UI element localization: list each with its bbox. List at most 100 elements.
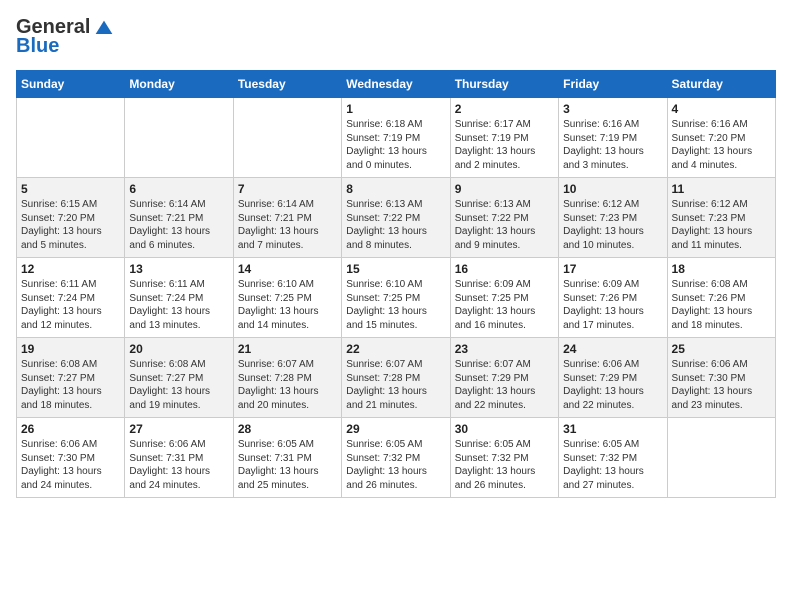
day-cell: 5 Sunrise: 6:15 AM Sunset: 7:20 PM Daylig… bbox=[17, 178, 125, 258]
day-number: 27 bbox=[129, 422, 228, 436]
day-info: Sunrise: 6:06 AM Sunset: 7:30 PM Dayligh… bbox=[21, 438, 120, 492]
day-number: 1 bbox=[346, 102, 445, 116]
day-number: 8 bbox=[346, 182, 445, 196]
day-info: Sunrise: 6:06 AM Sunset: 7:29 PM Dayligh… bbox=[563, 358, 662, 412]
day-info: Sunrise: 6:09 AM Sunset: 7:25 PM Dayligh… bbox=[455, 278, 554, 332]
day-number: 24 bbox=[563, 342, 662, 356]
day-number: 16 bbox=[455, 262, 554, 276]
col-header-saturday: Saturday bbox=[667, 71, 775, 98]
day-cell bbox=[17, 98, 125, 178]
day-number: 15 bbox=[346, 262, 445, 276]
day-cell: 2Sunrise: 6:17 AM Sunset: 7:19 PM Daylig… bbox=[450, 98, 558, 178]
day-info: Sunrise: 6:14 AM Sunset: 7:21 PM Dayligh… bbox=[129, 198, 228, 252]
day-info: Sunrise: 6:16 AM Sunset: 7:19 PM Dayligh… bbox=[563, 118, 662, 172]
day-number: 25 bbox=[672, 342, 771, 356]
day-cell: 4 Sunrise: 6:16 AM Sunset: 7:20 PM Daylig… bbox=[667, 98, 775, 178]
day-number: 17 bbox=[563, 262, 662, 276]
day-cell: 28 Sunrise: 6:05 AM Sunset: 7:31 PM Dayli… bbox=[233, 418, 341, 498]
day-info: Sunrise: 6:08 AM Sunset: 7:27 PM Dayligh… bbox=[129, 358, 228, 412]
day-cell bbox=[125, 98, 233, 178]
day-number: 26 bbox=[21, 422, 120, 436]
day-info: Sunrise: 6:12 AM Sunset: 7:23 PM Dayligh… bbox=[563, 198, 662, 252]
col-header-wednesday: Wednesday bbox=[342, 71, 450, 98]
day-number: 14 bbox=[238, 262, 337, 276]
day-info: Sunrise: 6:07 AM Sunset: 7:28 PM Dayligh… bbox=[238, 358, 337, 412]
day-cell: 30Sunrise: 6:05 AM Sunset: 7:32 PM Dayli… bbox=[450, 418, 558, 498]
day-cell: 10 Sunrise: 6:12 AM Sunset: 7:23 PM Dayli… bbox=[559, 178, 667, 258]
day-cell: 16 Sunrise: 6:09 AM Sunset: 7:25 PM Dayli… bbox=[450, 258, 558, 338]
day-number: 11 bbox=[672, 182, 771, 196]
col-header-tuesday: Tuesday bbox=[233, 71, 341, 98]
day-cell: 13 Sunrise: 6:11 AM Sunset: 7:24 PM Dayli… bbox=[125, 258, 233, 338]
day-info: Sunrise: 6:06 AM Sunset: 7:31 PM Dayligh… bbox=[129, 438, 228, 492]
day-cell: 20 Sunrise: 6:08 AM Sunset: 7:27 PM Dayli… bbox=[125, 338, 233, 418]
day-cell: 9Sunrise: 6:13 AM Sunset: 7:22 PM Daylig… bbox=[450, 178, 558, 258]
page-header: General Blue bbox=[16, 16, 776, 58]
day-info: Sunrise: 6:10 AM Sunset: 7:25 PM Dayligh… bbox=[238, 278, 337, 332]
day-number: 28 bbox=[238, 422, 337, 436]
day-info: Sunrise: 6:15 AM Sunset: 7:20 PM Dayligh… bbox=[21, 198, 120, 252]
logo: General Blue bbox=[16, 16, 114, 58]
week-row-2: 5 Sunrise: 6:15 AM Sunset: 7:20 PM Daylig… bbox=[17, 178, 776, 258]
day-cell: 6 Sunrise: 6:14 AM Sunset: 7:21 PM Daylig… bbox=[125, 178, 233, 258]
day-info: Sunrise: 6:05 AM Sunset: 7:32 PM Dayligh… bbox=[563, 438, 662, 492]
day-cell: 21 Sunrise: 6:07 AM Sunset: 7:28 PM Dayli… bbox=[233, 338, 341, 418]
day-cell: 14 Sunrise: 6:10 AM Sunset: 7:25 PM Dayli… bbox=[233, 258, 341, 338]
day-number: 10 bbox=[563, 182, 662, 196]
day-info: Sunrise: 6:07 AM Sunset: 7:29 PM Dayligh… bbox=[455, 358, 554, 412]
day-info: Sunrise: 6:12 AM Sunset: 7:23 PM Dayligh… bbox=[672, 198, 771, 252]
week-row-3: 12 Sunrise: 6:11 AM Sunset: 7:24 PM Dayli… bbox=[17, 258, 776, 338]
calendar-table: SundayMondayTuesdayWednesdayThursdayFrid… bbox=[16, 70, 776, 498]
day-cell: 1 Sunrise: 6:18 AM Sunset: 7:19 PM Daylig… bbox=[342, 98, 450, 178]
day-number: 7 bbox=[238, 182, 337, 196]
day-info: Sunrise: 6:08 AM Sunset: 7:27 PM Dayligh… bbox=[21, 358, 120, 412]
day-number: 29 bbox=[346, 422, 445, 436]
day-number: 19 bbox=[21, 342, 120, 356]
day-number: 21 bbox=[238, 342, 337, 356]
day-number: 20 bbox=[129, 342, 228, 356]
day-number: 6 bbox=[129, 182, 228, 196]
day-cell: 11 Sunrise: 6:12 AM Sunset: 7:23 PM Dayli… bbox=[667, 178, 775, 258]
day-cell: 18 Sunrise: 6:08 AM Sunset: 7:26 PM Dayli… bbox=[667, 258, 775, 338]
col-header-thursday: Thursday bbox=[450, 71, 558, 98]
header-row: SundayMondayTuesdayWednesdayThursdayFrid… bbox=[17, 71, 776, 98]
day-cell: 17 Sunrise: 6:09 AM Sunset: 7:26 PM Dayli… bbox=[559, 258, 667, 338]
day-info: Sunrise: 6:13 AM Sunset: 7:22 PM Dayligh… bbox=[455, 198, 554, 252]
day-info: Sunrise: 6:05 AM Sunset: 7:32 PM Dayligh… bbox=[455, 438, 554, 492]
day-info: Sunrise: 6:16 AM Sunset: 7:20 PM Dayligh… bbox=[672, 118, 771, 172]
day-info: Sunrise: 6:08 AM Sunset: 7:26 PM Dayligh… bbox=[672, 278, 771, 332]
week-row-4: 19 Sunrise: 6:08 AM Sunset: 7:27 PM Dayli… bbox=[17, 338, 776, 418]
day-info: Sunrise: 6:06 AM Sunset: 7:30 PM Dayligh… bbox=[672, 358, 771, 412]
day-info: Sunrise: 6:11 AM Sunset: 7:24 PM Dayligh… bbox=[21, 278, 120, 332]
day-cell: 19 Sunrise: 6:08 AM Sunset: 7:27 PM Dayli… bbox=[17, 338, 125, 418]
day-info: Sunrise: 6:05 AM Sunset: 7:32 PM Dayligh… bbox=[346, 438, 445, 492]
day-info: Sunrise: 6:18 AM Sunset: 7:19 PM Dayligh… bbox=[346, 118, 445, 172]
day-cell bbox=[233, 98, 341, 178]
day-info: Sunrise: 6:05 AM Sunset: 7:31 PM Dayligh… bbox=[238, 438, 337, 492]
day-info: Sunrise: 6:11 AM Sunset: 7:24 PM Dayligh… bbox=[129, 278, 228, 332]
day-number: 13 bbox=[129, 262, 228, 276]
day-number: 12 bbox=[21, 262, 120, 276]
col-header-monday: Monday bbox=[125, 71, 233, 98]
day-cell: 24 Sunrise: 6:06 AM Sunset: 7:29 PM Dayli… bbox=[559, 338, 667, 418]
week-row-1: 1 Sunrise: 6:18 AM Sunset: 7:19 PM Daylig… bbox=[17, 98, 776, 178]
day-cell: 12 Sunrise: 6:11 AM Sunset: 7:24 PM Dayli… bbox=[17, 258, 125, 338]
day-cell: 26 Sunrise: 6:06 AM Sunset: 7:30 PM Dayli… bbox=[17, 418, 125, 498]
day-number: 4 bbox=[672, 102, 771, 116]
week-row-5: 26 Sunrise: 6:06 AM Sunset: 7:30 PM Dayli… bbox=[17, 418, 776, 498]
col-header-sunday: Sunday bbox=[17, 71, 125, 98]
day-info: Sunrise: 6:10 AM Sunset: 7:25 PM Dayligh… bbox=[346, 278, 445, 332]
day-cell: 27 Sunrise: 6:06 AM Sunset: 7:31 PM Dayli… bbox=[125, 418, 233, 498]
day-number: 5 bbox=[21, 182, 120, 196]
day-info: Sunrise: 6:14 AM Sunset: 7:21 PM Dayligh… bbox=[238, 198, 337, 252]
day-cell: 3Sunrise: 6:16 AM Sunset: 7:19 PM Daylig… bbox=[559, 98, 667, 178]
day-cell: 29 Sunrise: 6:05 AM Sunset: 7:32 PM Dayli… bbox=[342, 418, 450, 498]
day-cell: 8Sunrise: 6:13 AM Sunset: 7:22 PM Daylig… bbox=[342, 178, 450, 258]
day-number: 18 bbox=[672, 262, 771, 276]
col-header-friday: Friday bbox=[559, 71, 667, 98]
day-info: Sunrise: 6:09 AM Sunset: 7:26 PM Dayligh… bbox=[563, 278, 662, 332]
logo-icon bbox=[94, 19, 114, 39]
day-cell: 22Sunrise: 6:07 AM Sunset: 7:28 PM Dayli… bbox=[342, 338, 450, 418]
day-cell bbox=[667, 418, 775, 498]
day-info: Sunrise: 6:07 AM Sunset: 7:28 PM Dayligh… bbox=[346, 358, 445, 412]
